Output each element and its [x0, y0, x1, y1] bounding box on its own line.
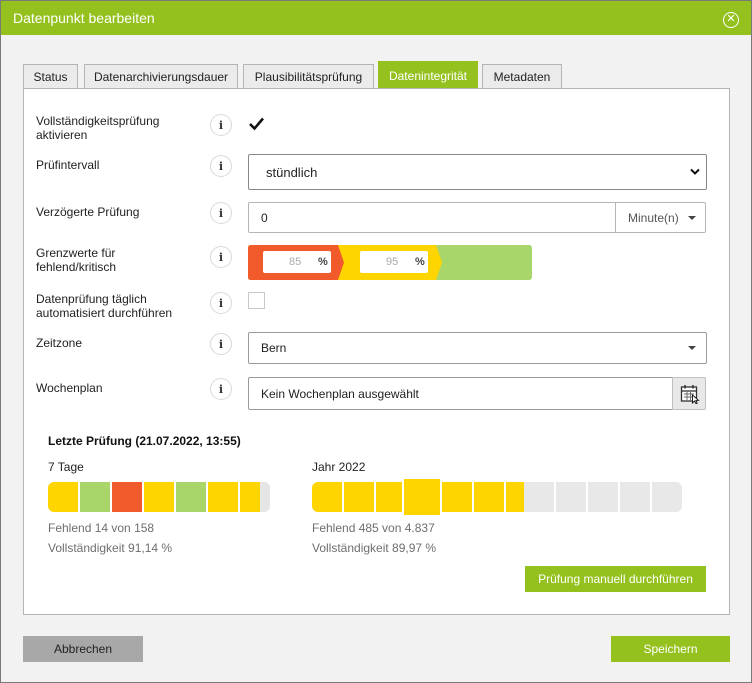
interval-label: Prüfintervall — [36, 158, 100, 172]
month-segment — [344, 482, 374, 512]
day-segment — [260, 482, 270, 512]
dialog-titlebar: Datenpunkt bearbeiten ✕ — [1, 1, 751, 35]
delay-input[interactable]: 0 — [248, 202, 616, 233]
delay-label: Verzögerte Prüfung — [36, 205, 140, 219]
info-icon[interactable]: i — [210, 246, 232, 268]
dialog-title: Datenpunkt bearbeiten — [13, 10, 155, 26]
year-completeness-bar — [312, 479, 682, 515]
interval-select[interactable]: stündlich — [248, 154, 707, 190]
completeness-checkbox[interactable] — [248, 115, 265, 132]
tab-plausibility[interactable]: Plausibilitätsprüfung — [243, 64, 374, 88]
caret-down-icon — [688, 216, 696, 220]
weekplan-calendar-button[interactable] — [672, 377, 706, 410]
timezone-label: Zeitzone — [36, 336, 83, 350]
cancel-button[interactable]: Abbrechen — [23, 636, 143, 662]
month-segment — [474, 482, 504, 512]
data-integrity-panel: Vollständigkeitsprüfung aktivieren i Prü… — [23, 88, 730, 615]
info-icon[interactable]: i — [210, 378, 232, 400]
day-segment — [144, 482, 174, 512]
timezone-select[interactable]: Bern — [248, 332, 707, 364]
info-icon[interactable]: i — [210, 202, 232, 224]
day-segment — [80, 482, 110, 512]
weekplan-input[interactable]: Kein Wochenplan ausgewählt — [248, 377, 673, 410]
completeness-label: Vollständigkeitsprüfung aktivieren — [36, 114, 160, 142]
tab-status[interactable]: Status — [23, 64, 78, 88]
year-missing-text: Fehlend 485 von 4.837 — [312, 521, 435, 535]
month-segment — [506, 482, 524, 512]
last-check-title: Letzte Prüfung (21.07.2022, 13:55) — [48, 434, 241, 448]
month-segment — [524, 482, 554, 512]
day-segment — [176, 482, 206, 512]
month-segment — [652, 482, 682, 512]
month-segment-current — [404, 479, 440, 515]
thresholds-label: Grenzwerte für fehlend/kritisch — [36, 246, 117, 274]
week-completeness-bar — [48, 482, 270, 512]
caret-down-icon — [688, 346, 696, 350]
month-segment — [556, 482, 586, 512]
month-segment — [442, 482, 472, 512]
weekplan-label: Wochenplan — [36, 381, 103, 395]
daily-check-checkbox[interactable] — [248, 292, 265, 309]
daily-check-label: Datenprüfung täglich automatisiert durch… — [36, 292, 173, 320]
chevron-down-icon — [690, 168, 700, 175]
tab-data-archiving[interactable]: Datenarchivierungsdauer — [84, 64, 238, 88]
info-icon[interactable]: i — [210, 292, 232, 314]
info-icon[interactable]: i — [210, 155, 232, 177]
year-completeness-text: Vollständigkeit 89,97 % — [312, 541, 437, 555]
month-segment — [312, 482, 342, 512]
info-icon[interactable]: i — [210, 114, 232, 136]
threshold-slider[interactable]: 85 % 95 % — [248, 245, 532, 280]
edit-datapoint-dialog: Datenpunkt bearbeiten ✕ Status Datenarch… — [0, 0, 752, 683]
manual-check-button[interactable]: Prüfung manuell durchführen — [525, 566, 706, 592]
calendar-icon — [680, 385, 700, 404]
day-segment — [208, 482, 238, 512]
day-segment — [240, 482, 260, 512]
save-button[interactable]: Speichern — [611, 636, 730, 662]
missing-threshold-input[interactable]: 85 % — [263, 251, 331, 273]
delay-unit-select[interactable]: Minute(n) — [615, 202, 706, 233]
tab-data-integrity[interactable]: Datenintegrität — [378, 61, 478, 89]
checkmark-icon — [249, 117, 264, 131]
tab-metadata[interactable]: Metadaten — [482, 64, 562, 88]
year-label: Jahr 2022 — [312, 460, 366, 474]
week-completeness-text: Vollständigkeit 91,14 % — [48, 541, 173, 555]
month-segment — [588, 482, 618, 512]
day-segment — [48, 482, 78, 512]
info-icon[interactable]: i — [210, 333, 232, 355]
month-segment — [376, 482, 402, 512]
month-segment — [620, 482, 650, 512]
week-label: 7 Tage — [48, 460, 84, 474]
close-icon[interactable]: ✕ — [723, 12, 739, 28]
day-segment — [112, 482, 142, 512]
week-missing-text: Fehlend 14 von 158 — [48, 521, 155, 535]
critical-threshold-input[interactable]: 95 % — [360, 251, 428, 273]
